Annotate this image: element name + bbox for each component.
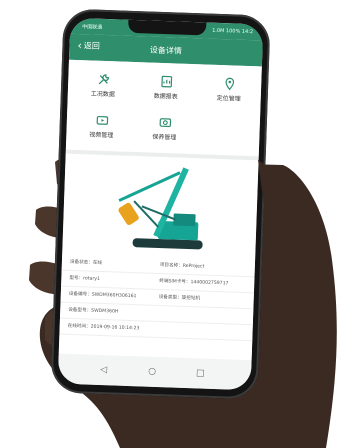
menu-item-location[interactable]: 定位管理 bbox=[199, 76, 260, 103]
project-name: 项目名称：ReProject bbox=[159, 263, 205, 270]
maintenance-icon bbox=[159, 118, 171, 128]
report-icon bbox=[160, 75, 172, 88]
back-triangle-icon[interactable]: ◁ bbox=[100, 365, 107, 375]
device-serial: 设备编号：SWDM360H306161 bbox=[68, 291, 137, 300]
video-icon bbox=[96, 115, 108, 125]
android-nav-bar: ◁ ○ □ bbox=[57, 355, 252, 391]
menu-item-video[interactable]: 视频管理 bbox=[71, 113, 132, 140]
model-name: 型号：rotary1 bbox=[69, 275, 100, 282]
menu-label: 工况数据 bbox=[90, 90, 115, 99]
device-info-panel: 设备状态：在线 项目名称：ReProject 型号：rotary1 终端SIM卡… bbox=[58, 253, 256, 361]
menu-label: 保养管理 bbox=[152, 133, 177, 142]
menu-item-work-data[interactable]: 工况数据 bbox=[73, 72, 134, 99]
menu-label: 数据报表 bbox=[153, 92, 178, 101]
carrier-text: 中国联通 bbox=[82, 24, 103, 31]
phone-frame: 中国联通 1.0M 100% 14:2 ‹ 返回 设备详情 工况数据 数据报表 … bbox=[50, 8, 271, 400]
menu-label: 定位管理 bbox=[216, 94, 241, 103]
phone-notch bbox=[127, 19, 207, 36]
sim-number: 终端SIM卡号：1440002759717 bbox=[159, 279, 229, 287]
menu-label: 视频管理 bbox=[89, 131, 114, 140]
machine-image-panel bbox=[62, 153, 259, 261]
function-menu: 工况数据 数据报表 定位管理 视频管理 保养管理 bbox=[65, 59, 262, 157]
device-status: 设备状态：在线 bbox=[69, 259, 103, 266]
device-model: 设备型号：SWDM360H bbox=[68, 307, 119, 315]
rotary-drilling-rig-image bbox=[118, 167, 203, 250]
page-title: 设备详情 bbox=[149, 45, 183, 56]
menu-item-report[interactable]: 数据报表 bbox=[136, 74, 197, 101]
menu-item-maintenance[interactable]: 保养管理 bbox=[134, 115, 195, 142]
wrench-icon bbox=[98, 74, 109, 85]
home-circle-icon[interactable]: ○ bbox=[148, 367, 156, 377]
location-pin-icon bbox=[224, 77, 234, 91]
status-indicators: 1.0M 100% 14:2 bbox=[212, 27, 254, 36]
phone-screen: 中国联通 1.0M 100% 14:2 ‹ 返回 设备详情 工况数据 数据报表 … bbox=[57, 17, 264, 391]
online-time: 在线时间：2019-09-16 10:14:23 bbox=[67, 323, 140, 332]
device-type: 设备类型：旋挖钻机 bbox=[158, 294, 201, 302]
recent-apps-icon[interactable]: □ bbox=[196, 368, 205, 378]
